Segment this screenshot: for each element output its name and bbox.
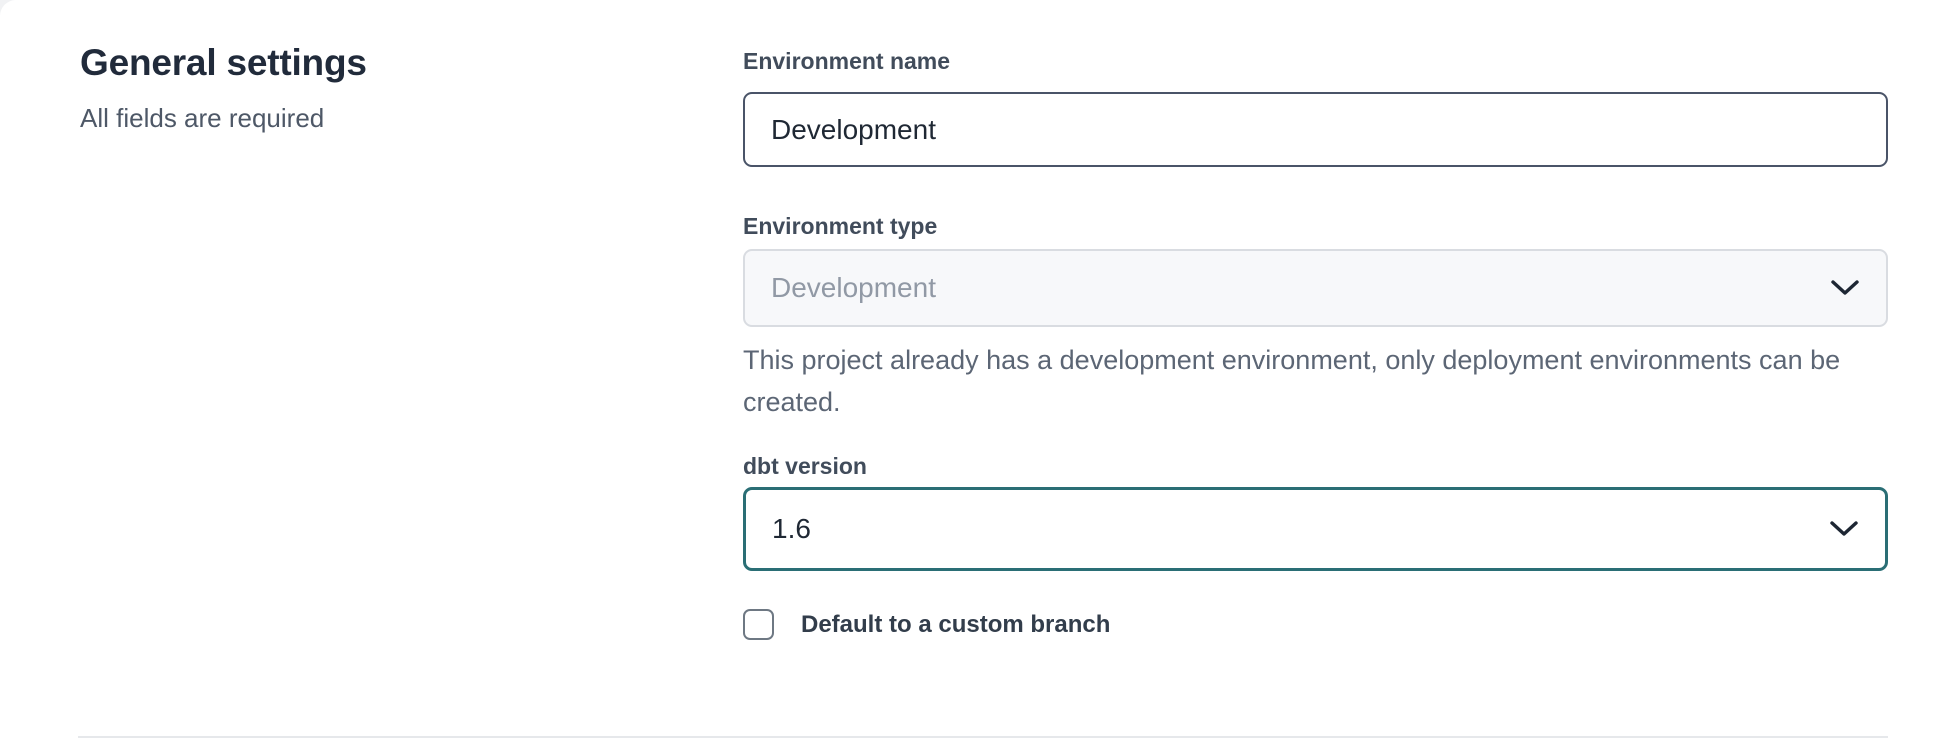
section-divider [78, 736, 1888, 738]
environment-name-input[interactable] [743, 92, 1888, 167]
dbt-version-select[interactable]: 1.6 [743, 487, 1888, 571]
settings-card: General settings All fields are required… [0, 0, 1958, 740]
custom-branch-row: Default to a custom branch [743, 609, 1888, 640]
section-header: General settings All fields are required [80, 38, 640, 134]
environment-type-label: Environment type [743, 211, 1888, 241]
environment-type-help-text: This project already has a development e… [743, 339, 1853, 423]
dbt-version-label: dbt version [743, 451, 1888, 481]
page-title: General settings [80, 38, 640, 88]
dbt-version-value: 1.6 [772, 513, 811, 545]
environment-name-label: Environment name [743, 46, 1888, 76]
chevron-down-icon [1829, 519, 1859, 539]
custom-branch-checkbox[interactable] [743, 609, 774, 640]
chevron-down-icon [1830, 278, 1860, 298]
custom-branch-label[interactable]: Default to a custom branch [801, 611, 1110, 639]
environment-type-select: Development [743, 249, 1888, 327]
page-subtitle: All fields are required [80, 102, 640, 134]
environment-settings-form: Environment name Environment type Develo… [743, 46, 1888, 640]
environment-type-value: Development [771, 272, 936, 304]
